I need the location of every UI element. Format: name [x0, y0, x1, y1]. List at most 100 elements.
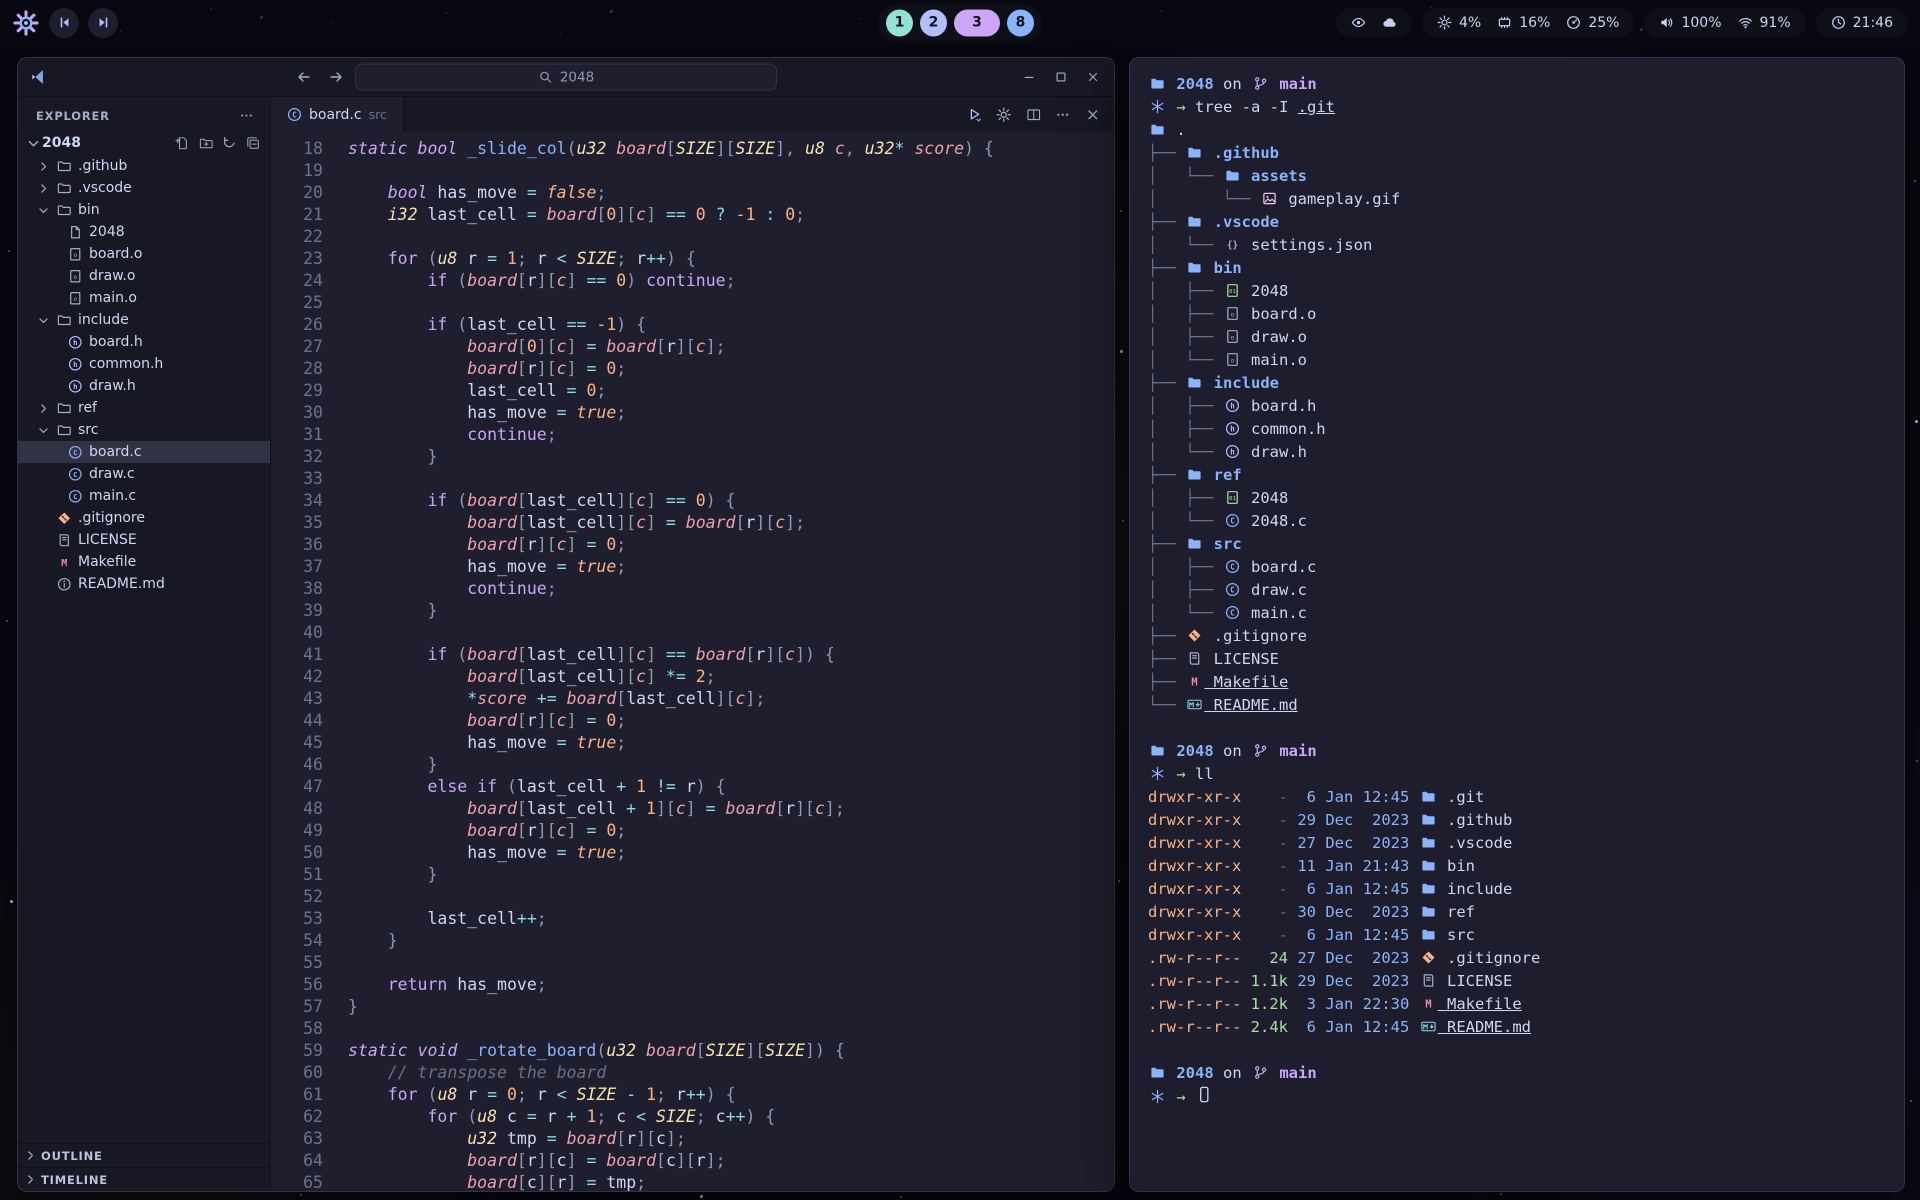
code-line-22[interactable]: 22 [271, 226, 1114, 248]
code-line-65[interactable]: 65 board[c][r] = tmp; [271, 1172, 1114, 1191]
code-line-49[interactable]: 49 board[r][c] = 0; [271, 820, 1114, 842]
workspace-3[interactable]: 3 [954, 9, 1000, 36]
explorer-item-main.c[interactable]: Cmain.c [18, 485, 270, 507]
sidebar-panel-timeline[interactable]: TIMELINE [18, 1167, 270, 1191]
command-center-search[interactable]: 2048 [355, 64, 777, 91]
cpu-usage[interactable]: 4% [1437, 15, 1481, 31]
explorer-item-README.md[interactable]: README.md [18, 573, 270, 595]
explorer-item-LICENSE[interactable]: LICENSE [18, 529, 270, 551]
code-line-29[interactable]: 29 last_cell = 0; [271, 380, 1114, 402]
code-line-31[interactable]: 31 continue; [271, 424, 1114, 446]
media-next-button[interactable] [88, 8, 118, 38]
explorer-more-button[interactable] [239, 108, 254, 123]
code-line-60[interactable]: 60 // transpose the board [271, 1062, 1114, 1084]
explorer-item-bin[interactable]: bin [18, 199, 270, 221]
workspace-2[interactable]: 2 [920, 9, 947, 36]
explorer-item-board.o[interactable]: oboard.o [18, 243, 270, 265]
tab-board.c[interactable]: C board.c src [271, 97, 404, 132]
code-editor[interactable]: 18static bool _slide_col(u32 board[SIZE]… [271, 132, 1114, 1191]
code-line-57[interactable]: 57} [271, 996, 1114, 1018]
close-button[interactable] [1086, 70, 1100, 84]
code-line-61[interactable]: 61 for (u8 r = 0; r < SIZE - 1; r++) { [271, 1084, 1114, 1106]
code-line-58[interactable]: 58 [271, 1018, 1114, 1040]
code-line-42[interactable]: 42 board[last_cell][c] *= 2; [271, 666, 1114, 688]
code-line-47[interactable]: 47 else if (last_cell + 1 != r) { [271, 776, 1114, 798]
new-file-button[interactable] [175, 136, 190, 151]
explorer-item-main.o[interactable]: omain.o [18, 287, 270, 309]
new-folder-button[interactable] [199, 136, 214, 151]
collapse-folders-button[interactable] [246, 136, 261, 151]
code-line-45[interactable]: 45 has_move = true; [271, 732, 1114, 754]
code-line-54[interactable]: 54 } [271, 930, 1114, 952]
disk-usage[interactable]: 25% [1566, 15, 1619, 31]
editor-titlebar[interactable]: 2048 [18, 58, 1114, 97]
code-line-37[interactable]: 37 has_move = true; [271, 556, 1114, 578]
code-line-26[interactable]: 26 if (last_cell == -1) { [271, 314, 1114, 336]
code-line-50[interactable]: 50 has_move = true; [271, 842, 1114, 864]
code-line-34[interactable]: 34 if (board[last_cell][c] == 0) { [271, 490, 1114, 512]
explorer-item-.vscode[interactable]: .vscode [18, 177, 270, 199]
code-line-19[interactable]: 19 [271, 160, 1114, 182]
code-line-48[interactable]: 48 board[last_cell + 1][c] = board[r][c]… [271, 798, 1114, 820]
volume-level[interactable]: 100% [1659, 15, 1721, 31]
maximize-button[interactable] [1054, 70, 1068, 84]
code-line-46[interactable]: 46 } [271, 754, 1114, 776]
memory-usage[interactable]: 16% [1497, 15, 1550, 31]
workspace-1[interactable]: 1 [886, 9, 913, 36]
run-file-button[interactable] [967, 107, 983, 123]
code-line-35[interactable]: 35 board[last_cell][c] = board[r][c]; [271, 512, 1114, 534]
explorer-item-draw.o[interactable]: odraw.o [18, 265, 270, 287]
code-line-20[interactable]: 20 bool has_move = false; [271, 182, 1114, 204]
explorer-item-.github[interactable]: .github [18, 155, 270, 177]
refresh-explorer-button[interactable] [222, 136, 237, 151]
code-line-40[interactable]: 40 [271, 622, 1114, 644]
code-line-25[interactable]: 25 [271, 292, 1114, 314]
forward-button[interactable] [328, 69, 344, 85]
explorer-item-2048[interactable]: 2048 [18, 221, 270, 243]
code-line-18[interactable]: 18static bool _slide_col(u32 board[SIZE]… [271, 138, 1114, 160]
minimize-button[interactable] [1022, 70, 1036, 84]
explorer-item-board.h[interactable]: hboard.h [18, 331, 270, 353]
code-line-43[interactable]: 43 *score += board[last_cell][c]; [271, 688, 1114, 710]
explorer-item-draw.c[interactable]: Cdraw.c [18, 463, 270, 485]
code-line-56[interactable]: 56 return has_move; [271, 974, 1114, 996]
terminal-window[interactable]: 2048 on main → tree -a -I .git .├── .git… [1129, 57, 1905, 1192]
code-line-38[interactable]: 38 continue; [271, 578, 1114, 600]
explorer-root-folder[interactable]: 2048 [18, 131, 270, 155]
code-line-24[interactable]: 24 if (board[r][c] == 0) continue; [271, 270, 1114, 292]
app-launcher-icon[interactable] [12, 9, 40, 37]
code-line-27[interactable]: 27 board[0][c] = board[r][c]; [271, 336, 1114, 358]
code-line-33[interactable]: 33 [271, 468, 1114, 490]
media-prev-button[interactable] [49, 8, 79, 38]
code-line-36[interactable]: 36 board[r][c] = 0; [271, 534, 1114, 556]
close-editor-button[interactable] [1085, 107, 1101, 123]
code-line-21[interactable]: 21 i32 last_cell = board[0][c] == 0 ? -1… [271, 204, 1114, 226]
code-line-32[interactable]: 32 } [271, 446, 1114, 468]
back-button[interactable] [296, 69, 312, 85]
explorer-item-draw.h[interactable]: hdraw.h [18, 375, 270, 397]
code-line-41[interactable]: 41 if (board[last_cell][c] == board[r][c… [271, 644, 1114, 666]
explorer-item-common.h[interactable]: hcommon.h [18, 353, 270, 375]
code-line-52[interactable]: 52 [271, 886, 1114, 908]
code-line-53[interactable]: 53 last_cell++; [271, 908, 1114, 930]
code-line-63[interactable]: 63 u32 tmp = board[r][c]; [271, 1128, 1114, 1150]
explorer-item-src[interactable]: src [18, 419, 270, 441]
split-editor-button[interactable] [1026, 107, 1042, 123]
explorer-item-.gitignore[interactable]: .gitignore [18, 507, 270, 529]
explorer-item-ref[interactable]: ref [18, 397, 270, 419]
settings-button[interactable] [996, 107, 1012, 123]
explorer-item-board.c[interactable]: Cboard.c [18, 441, 270, 463]
code-line-62[interactable]: 62 for (u8 c = r + 1; c < SIZE; c++) { [271, 1106, 1114, 1128]
code-line-51[interactable]: 51 } [271, 864, 1114, 886]
code-line-55[interactable]: 55 [271, 952, 1114, 974]
code-line-23[interactable]: 23 for (u8 r = 1; r < SIZE; r++) { [271, 248, 1114, 270]
code-line-44[interactable]: 44 board[r][c] = 0; [271, 710, 1114, 732]
code-line-28[interactable]: 28 board[r][c] = 0; [271, 358, 1114, 380]
explorer-item-include[interactable]: include [18, 309, 270, 331]
more-actions-button[interactable] [1055, 107, 1071, 123]
workspace-8[interactable]: 8 [1007, 9, 1034, 36]
wifi-strength[interactable]: 91% [1738, 15, 1791, 31]
code-line-64[interactable]: 64 board[r][c] = board[c][r]; [271, 1150, 1114, 1172]
weather-widget[interactable] [1382, 15, 1397, 30]
visibility-widget[interactable] [1351, 15, 1366, 30]
